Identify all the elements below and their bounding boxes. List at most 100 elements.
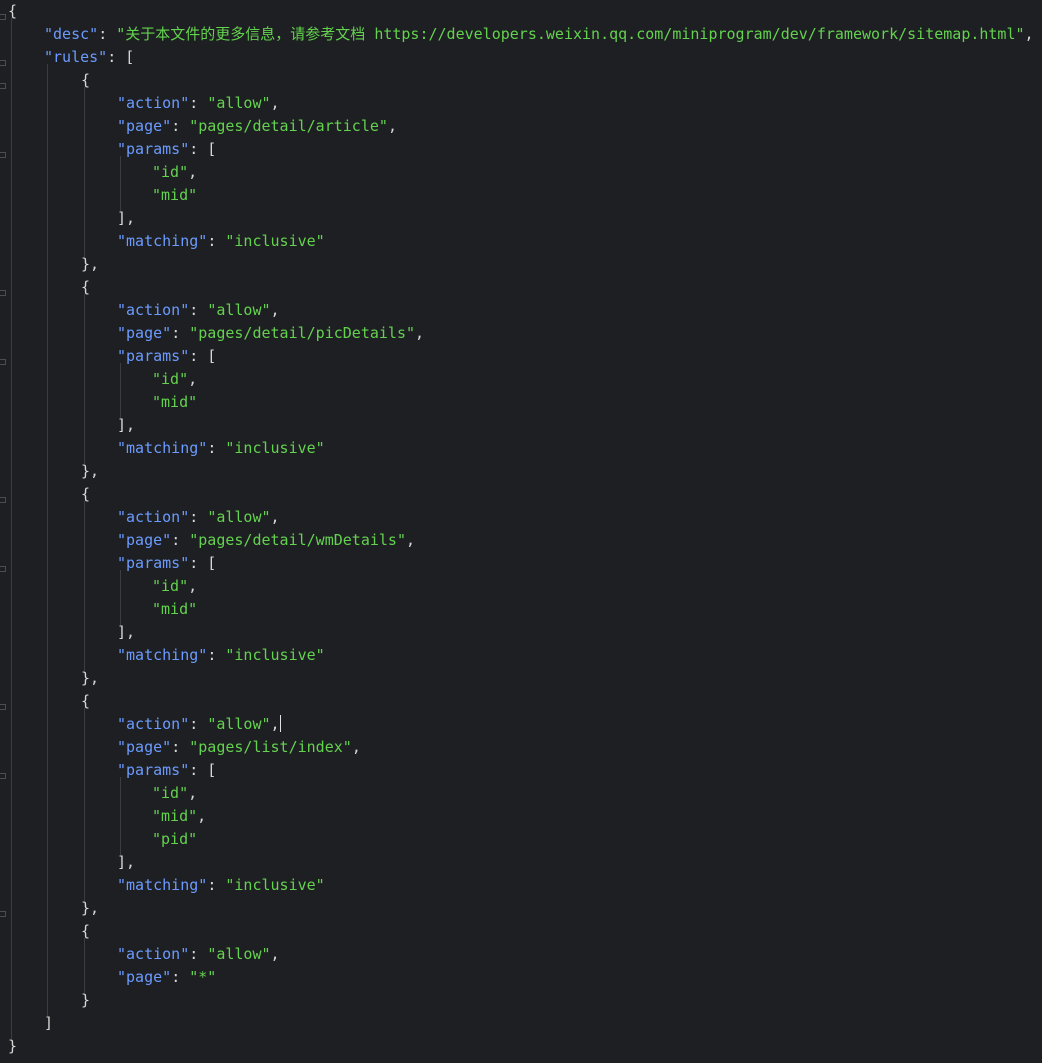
json-punctuation: , (270, 94, 280, 112)
json-punctuation: : [ (189, 347, 217, 365)
json-punctuation: : (171, 738, 190, 756)
code-line[interactable]: "pid" (152, 828, 197, 851)
json-key: "action" (117, 94, 190, 112)
json-punctuation: , (188, 370, 198, 388)
indent-guide (84, 708, 85, 901)
fold-gutter[interactable] (0, 0, 8, 1063)
json-punctuation: : (189, 94, 208, 112)
json-string: "allow" (207, 715, 271, 733)
code-line[interactable]: "mid", (152, 805, 206, 828)
code-line[interactable]: "params": [ (117, 138, 216, 161)
code-line[interactable]: "desc": "关于本文件的更多信息，请参考文档 https://develo… (44, 23, 1034, 46)
indent-guide (120, 363, 121, 418)
json-key: "action" (117, 301, 190, 319)
code-line[interactable]: "page": "pages/list/index", (117, 736, 361, 759)
json-punctuation: , (1024, 25, 1034, 43)
json-punctuation: , (270, 715, 280, 733)
json-string: "id" (152, 163, 189, 181)
json-punctuation: ], (117, 209, 136, 227)
code-line[interactable]: "mid" (152, 598, 197, 621)
code-line[interactable]: "action": "allow", (117, 299, 280, 322)
json-key: "page" (117, 117, 172, 135)
json-punctuation: : (171, 531, 190, 549)
fold-marker-icon[interactable] (0, 152, 6, 158)
code-line[interactable]: "matching": "inclusive" (117, 874, 325, 897)
code-line[interactable]: { (8, 0, 17, 23)
json-punctuation: , (197, 807, 207, 825)
indent-guide (84, 938, 85, 993)
code-line[interactable]: { (81, 920, 90, 943)
fold-marker-icon[interactable] (0, 83, 6, 89)
code-line[interactable]: "page": "pages/detail/picDetails", (117, 322, 424, 345)
code-line[interactable]: }, (81, 667, 99, 690)
code-line[interactable]: ] (44, 1012, 53, 1035)
fold-marker-icon[interactable] (0, 911, 6, 917)
fold-marker-icon[interactable] (0, 14, 6, 20)
code-line[interactable]: "page": "pages/detail/article", (117, 115, 397, 138)
code-line[interactable]: "mid" (152, 391, 197, 414)
json-string: "allow" (207, 508, 271, 526)
code-line[interactable]: "params": [ (117, 552, 216, 575)
code-line[interactable]: "action": "allow", (117, 713, 281, 736)
json-string: "*" (189, 968, 217, 986)
code-line[interactable]: "id", (152, 161, 197, 184)
code-line[interactable]: "matching": "inclusive" (117, 230, 325, 253)
indent-guide (84, 501, 85, 671)
code-line[interactable]: "action": "allow", (117, 506, 280, 529)
code-line[interactable]: "action": "allow", (117, 92, 280, 115)
fold-marker-icon[interactable] (0, 497, 6, 503)
code-line[interactable]: "id", (152, 575, 197, 598)
code-line[interactable]: "id", (152, 368, 197, 391)
json-punctuation: : (189, 715, 208, 733)
code-line[interactable]: ], (117, 851, 135, 874)
json-punctuation: { (81, 922, 91, 940)
code-line[interactable]: "page": "pages/detail/wmDetails", (117, 529, 415, 552)
json-string: "allow" (207, 301, 271, 319)
code-line[interactable]: "matching": "inclusive" (117, 437, 325, 460)
json-punctuation: { (8, 2, 18, 20)
code-line[interactable]: { (81, 690, 90, 713)
code-line[interactable]: { (81, 69, 90, 92)
code-line[interactable]: ], (117, 621, 135, 644)
fold-marker-icon[interactable] (0, 290, 6, 296)
code-line[interactable]: } (81, 989, 90, 1012)
json-key: "matching" (117, 439, 208, 457)
json-punctuation: ], (117, 416, 136, 434)
fold-marker-icon[interactable] (0, 566, 6, 572)
json-string: "allow" (207, 94, 271, 112)
code-line[interactable]: }, (81, 460, 99, 483)
code-line[interactable]: "params": [ (117, 345, 216, 368)
json-punctuation: : (189, 508, 208, 526)
json-punctuation: , (188, 577, 198, 595)
code-line[interactable]: }, (81, 253, 99, 276)
code-line[interactable]: }, (81, 897, 99, 920)
json-punctuation: ], (117, 623, 136, 641)
fold-marker-icon[interactable] (0, 704, 6, 710)
json-string: "关于本文件的更多信息，请参考文档 https://developers.wei… (116, 25, 1025, 43)
code-line[interactable]: ], (117, 414, 135, 437)
json-string: "id" (152, 370, 189, 388)
code-line[interactable]: "mid" (152, 184, 197, 207)
code-line[interactable]: "page": "*" (117, 966, 216, 989)
code-editor[interactable]: { "desc": "关于本文件的更多信息，请参考文档 https://devel… (0, 0, 1042, 1063)
json-punctuation: , (188, 784, 198, 802)
code-line[interactable]: { (81, 276, 90, 299)
code-line[interactable]: "matching": "inclusive" (117, 644, 325, 667)
json-punctuation: }, (81, 462, 100, 480)
code-line[interactable]: "params": [ (117, 759, 216, 782)
code-line[interactable]: { (81, 483, 90, 506)
text-cursor (279, 715, 281, 732)
code-line[interactable]: "rules": [ (44, 46, 134, 69)
json-key: "params" (117, 761, 190, 779)
fold-marker-icon[interactable] (0, 773, 6, 779)
code-line[interactable]: "action": "allow", (117, 943, 280, 966)
json-key: "matching" (117, 646, 208, 664)
fold-marker-icon[interactable] (0, 359, 6, 365)
fold-marker-icon[interactable] (0, 60, 6, 66)
json-key: "matching" (117, 876, 208, 894)
code-line[interactable]: ], (117, 207, 135, 230)
json-punctuation: , (406, 531, 416, 549)
code-line[interactable]: "id", (152, 782, 197, 805)
json-punctuation: }, (81, 899, 100, 917)
code-line[interactable]: } (8, 1035, 17, 1058)
